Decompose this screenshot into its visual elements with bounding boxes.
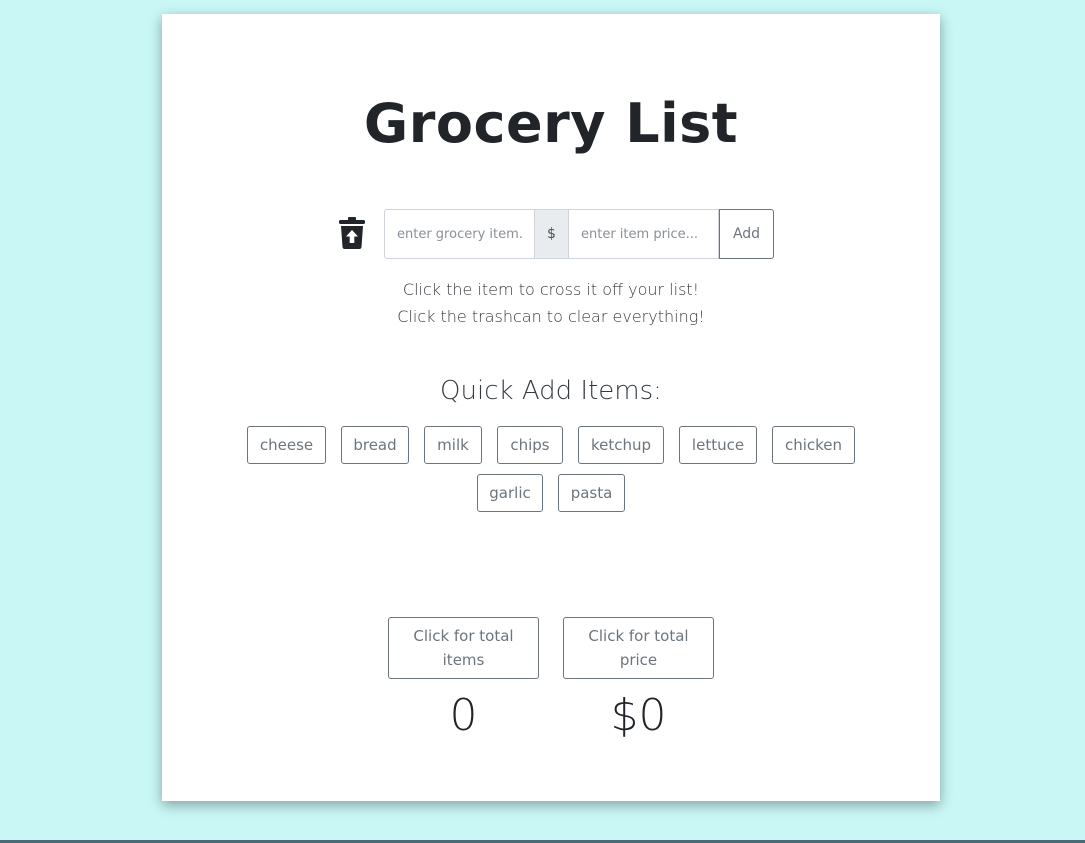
add-button[interactable]: Add <box>719 209 774 259</box>
total-price-value: $0 <box>610 690 667 741</box>
total-items-button[interactable]: Click for total items <box>388 617 539 679</box>
item-price-input[interactable] <box>569 209 719 259</box>
quick-add-garlic[interactable]: garlic <box>477 474 543 512</box>
total-price-button[interactable]: Click for total price <box>563 617 714 679</box>
page-title: Grocery List <box>363 92 739 155</box>
grocery-item-input[interactable] <box>384 209 535 259</box>
quick-add-pasta[interactable]: pasta <box>558 474 625 512</box>
add-item-form: $ Add <box>384 209 774 259</box>
quick-add-chips[interactable]: chips <box>497 426 563 464</box>
quick-add-milk[interactable]: milk <box>424 426 482 464</box>
total-items-value: 0 <box>449 690 478 741</box>
quick-add-chicken[interactable]: chicken <box>772 426 855 464</box>
instruction-line-clear: Click the trashcan to clear everything! <box>397 307 705 326</box>
quick-add-cheese[interactable]: cheese <box>247 426 326 464</box>
currency-addon: $ <box>535 209 569 259</box>
quick-add-ketchup[interactable]: ketchup <box>578 426 664 464</box>
quick-add-title: Quick Add Items: <box>440 376 662 406</box>
instructions: Click the item to cross it off your list… <box>162 276 940 330</box>
trash-icon[interactable] <box>338 217 366 249</box>
quick-add-lettuce[interactable]: lettuce <box>679 426 757 464</box>
instruction-line-cross-off: Click the item to cross it off your list… <box>402 280 700 299</box>
grocery-card: Grocery List $ Add Click the item to cro… <box>162 14 940 801</box>
quick-add-bread[interactable]: bread <box>341 426 409 464</box>
